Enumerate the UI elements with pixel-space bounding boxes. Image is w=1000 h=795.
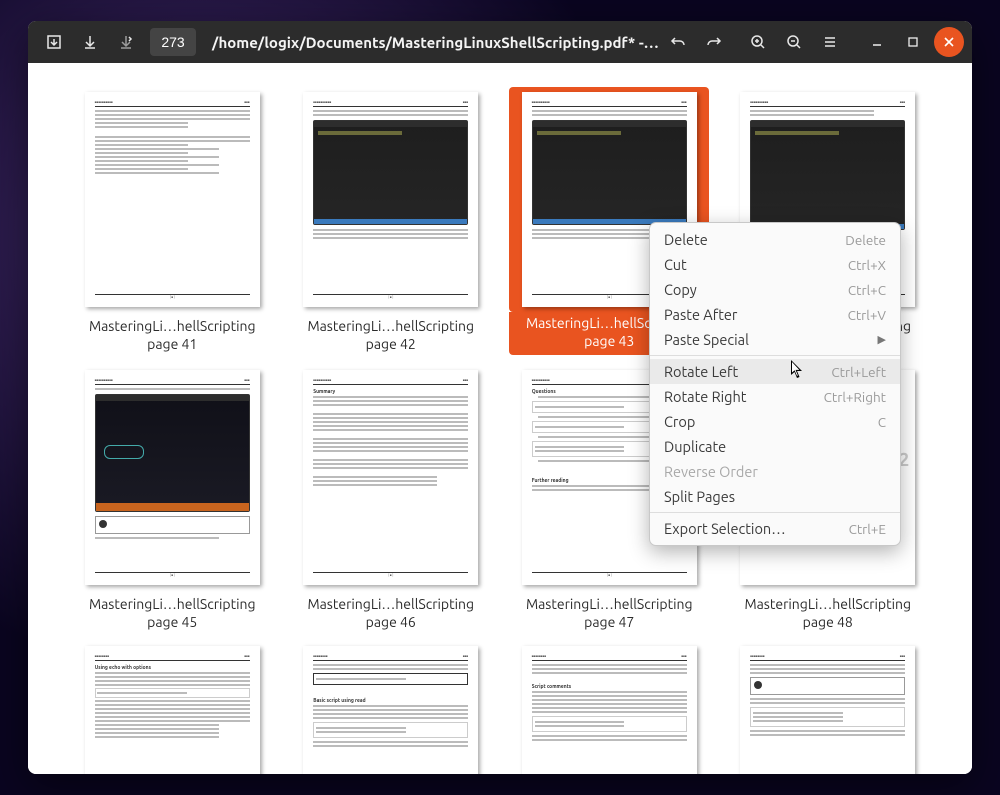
menu-item-accel: Ctrl+C <box>848 282 886 298</box>
page-thumbnail[interactable]: ■■■■■■■■■■■■■Summary[ ■ ] MasteringLi…hel… <box>287 365 496 631</box>
page-thumbnail[interactable]: ■■■■■■■■■■■Script commentsMasteringLi…he… <box>505 641 714 774</box>
window-title: /home/logix/Documents/MasteringLinuxShel… <box>202 34 660 51</box>
menu-item-label: Rotate Left <box>664 363 738 380</box>
menu-item-accel: Ctrl+V <box>848 307 886 323</box>
menu-item-accel: Ctrl+Left <box>831 364 886 380</box>
menu-item-label: Cut <box>664 256 687 273</box>
menu-item-label: Paste Special <box>664 331 749 348</box>
close-button[interactable] <box>934 27 964 57</box>
save-icon[interactable] <box>72 27 108 57</box>
thumbnail-label: MasteringLi…hellScriptingpage 45 <box>89 596 256 631</box>
page-number-input[interactable] <box>150 28 196 56</box>
page-preview: ■■■■■■■■■■■Using echo with options <box>85 646 260 774</box>
minimize-button[interactable] <box>862 27 892 57</box>
menu-item-rotate-left[interactable]: Rotate Left Ctrl+Left <box>650 359 900 384</box>
menu-item-label: Reverse Order <box>664 463 758 480</box>
menu-item-split-pages[interactable]: Split Pages <box>650 484 900 509</box>
thumbnail-label: MasteringLi…hellScriptingpage 41 <box>89 318 256 353</box>
menu-item-rotate-right[interactable]: Rotate Right Ctrl+Right <box>650 384 900 409</box>
page-thumbnail[interactable]: ■■■■■■■■■■■MasteringLi…hellScriptingpage… <box>724 641 933 774</box>
menu-item-label: Crop <box>664 413 695 430</box>
save-as-icon[interactable] <box>108 27 144 57</box>
menu-item-paste-special[interactable]: Paste Special ▶ <box>650 327 900 352</box>
menu-item-label: Delete <box>664 231 708 248</box>
redo-icon[interactable] <box>696 27 732 57</box>
menu-item-label: Split Pages <box>664 488 735 505</box>
menu-item-accel: C <box>878 414 886 430</box>
page-preview: ■■■■■■■■■■■Script comments <box>522 646 697 774</box>
menu-item-export-selection[interactable]: Export Selection… Ctrl+E <box>650 516 900 541</box>
page-preview: ■■■■■■■■■■■■■[ ■ ] <box>85 92 260 307</box>
page-preview: ■■■■■■■■■■■■■Summary[ ■ ] <box>303 370 478 585</box>
page-thumbnail[interactable]: ■■■■■■■■■■■■■[ ■ ] MasteringLi…hellScript… <box>68 87 277 355</box>
undo-icon[interactable] <box>660 27 696 57</box>
menu-item-label: Rotate Right <box>664 388 747 405</box>
zoom-out-icon[interactable] <box>776 27 812 57</box>
page-preview: ■■■■■■■■■■■Basic script using read <box>303 646 478 774</box>
menu-item-crop[interactable]: Crop C <box>650 409 900 434</box>
desktop-background: /home/logix/Documents/MasteringLinuxShel… <box>0 0 1000 795</box>
mouse-cursor-icon <box>791 360 805 380</box>
submenu-arrow-icon: ▶ <box>878 333 886 346</box>
page-preview: ■■■■■■■■■■■■■[ ■ ] <box>303 92 478 307</box>
zoom-in-icon[interactable] <box>740 27 776 57</box>
maximize-button[interactable] <box>898 27 928 57</box>
menu-item-label: Copy <box>664 281 697 298</box>
page-thumbnail[interactable]: ■■■■■■■■■■■■■[ ■ ] MasteringLi…hellScript… <box>287 87 496 355</box>
page-thumbnail[interactable]: ■■■■■■■■■■■Using echo with optionsMaster… <box>68 641 277 774</box>
page-thumbnail[interactable]: ■■■■■■■■■■■Basic script using readMaster… <box>287 641 496 774</box>
context-menu: Delete Delete Cut Ctrl+X Copy Ctrl+C Paste Aft… <box>649 222 901 546</box>
menu-item-copy[interactable]: Copy Ctrl+C <box>650 277 900 302</box>
hamburger-menu-icon[interactable] <box>812 27 848 57</box>
menu-item-label: Paste After <box>664 306 737 323</box>
menu-item-accel: Delete <box>845 232 886 248</box>
menu-item-delete[interactable]: Delete Delete <box>650 227 900 252</box>
menu-item-accel: Ctrl+Right <box>824 389 886 405</box>
page-preview: ■■■■■■■■■■■■■[ ■ ] <box>85 370 260 585</box>
thumbnail-label: MasteringLi…hellScriptingpage 42 <box>307 318 474 353</box>
thumbnail-label: MasteringLi…hellScriptingpage 46 <box>307 596 474 631</box>
page-thumbnail[interactable]: ■■■■■■■■■■■■■[ ■ ] MasteringLi…hellScript… <box>68 365 277 631</box>
menu-item-accel: Ctrl+X <box>848 257 886 273</box>
menu-item-cut[interactable]: Cut Ctrl+X <box>650 252 900 277</box>
menu-item-duplicate[interactable]: Duplicate <box>650 434 900 459</box>
thumbnail-label: MasteringLi…hellScriptingpage 47 <box>526 596 693 631</box>
menu-item-accel: Ctrl+E <box>849 521 886 537</box>
menu-item-label: Duplicate <box>664 438 726 455</box>
menu-item-label: Export Selection… <box>664 520 786 537</box>
menu-item-paste-after[interactable]: Paste After Ctrl+V <box>650 302 900 327</box>
titlebar: /home/logix/Documents/MasteringLinuxShel… <box>28 21 972 63</box>
menu-item-reverse-order: Reverse Order <box>650 459 900 484</box>
import-icon[interactable] <box>36 27 72 57</box>
page-preview: ■■■■■■■■■■■ <box>740 646 915 774</box>
menu-separator <box>650 512 900 513</box>
menu-separator <box>650 355 900 356</box>
thumbnail-label: MasteringLi…hellScriptingpage 48 <box>744 596 911 631</box>
